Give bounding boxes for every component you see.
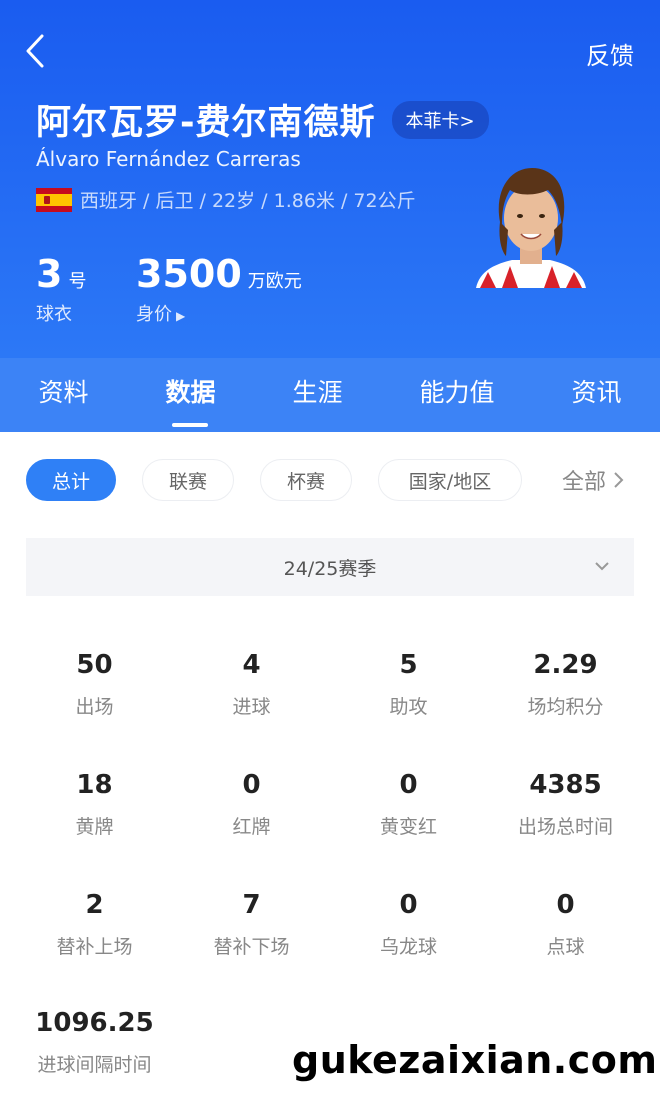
stat-label: 乌龙球 <box>379 936 437 958</box>
stat-avg-points: 2.29 场均积分 <box>487 650 644 719</box>
player-info: 西班牙 / 后卫 / 22岁 / 1.86米 / 72公斤 <box>80 190 416 212</box>
market-unit: 万欧元 <box>247 271 302 292</box>
stat-goal-interval: 1096.25 进球间隔时间 <box>16 1008 173 1077</box>
stat-value: 4 <box>242 650 261 680</box>
stat-value: 5 <box>399 650 418 680</box>
stat-value: 7 <box>242 890 261 920</box>
market-value: 3500 <box>136 252 242 296</box>
jersey-unit: 号 <box>68 271 87 292</box>
stat-label: 出场总时间 <box>517 816 613 838</box>
filter-all-button[interactable]: 全部 <box>562 464 626 496</box>
stat-own-goals: 0 乌龙球 <box>330 890 487 959</box>
filter-league[interactable]: 联赛 <box>142 459 234 501</box>
stat-value: 2 <box>85 890 104 920</box>
filter-bar: 总计 联赛 杯赛 国家/地区 全部 <box>26 458 640 502</box>
jersey-label: 球衣 <box>36 304 72 325</box>
tab-bar: 资料 数据 生涯 能力值 资讯 <box>0 358 660 432</box>
club-card-button[interactable]: 本菲卡> <box>391 100 489 139</box>
tab-data[interactable]: 数据 <box>165 373 215 417</box>
player-header: 反馈 阿尔瓦罗-费尔南德斯 本菲卡> Álvaro Fernández Carr… <box>0 0 660 358</box>
stat-minutes: 4385 出场总时间 <box>487 770 644 839</box>
stat-red-cards: 0 红牌 <box>173 770 330 839</box>
feedback-button[interactable]: 反馈 <box>586 36 634 71</box>
stat-label: 替补上场 <box>56 936 133 958</box>
player-info-row: 西班牙 / 后卫 / 22岁 / 1.86米 / 72公斤 <box>36 186 416 213</box>
stat-label: 进球间隔时间 <box>37 1054 152 1076</box>
player-name-cn: 阿尔瓦罗-费尔南德斯 <box>36 103 376 143</box>
filter-national[interactable]: 国家/地区 <box>378 459 522 501</box>
stat-appearances: 50 出场 <box>16 650 173 719</box>
stat-label: 出场 <box>75 696 114 718</box>
stat-value: 50 <box>76 650 113 680</box>
filter-cup[interactable]: 杯赛 <box>260 459 352 501</box>
player-name-en: Álvaro Fernández Carreras <box>36 147 301 171</box>
watermark: gukezaixian.com <box>292 1038 658 1082</box>
stat-penalties: 0 点球 <box>487 890 644 959</box>
chevron-left-icon <box>26 34 44 68</box>
stat-value: 0 <box>242 770 261 800</box>
stat-second-yellow: 0 黄变红 <box>330 770 487 839</box>
name-row: 阿尔瓦罗-费尔南德斯 本菲卡> <box>36 94 489 145</box>
filter-total[interactable]: 总计 <box>26 459 116 501</box>
stat-label: 进球 <box>232 696 271 718</box>
market-label: 身价 <box>136 304 172 325</box>
chevron-right-icon <box>614 472 624 488</box>
filter-all-label: 全部 <box>562 470 607 495</box>
spain-flag-icon <box>36 187 72 212</box>
tab-news[interactable]: 资讯 <box>571 373 621 417</box>
stat-assists: 5 助攻 <box>330 650 487 719</box>
stat-label: 替补下场 <box>213 936 290 958</box>
stat-value: 4385 <box>529 770 602 800</box>
back-button[interactable] <box>22 32 52 72</box>
stat-sub-off: 7 替补下场 <box>173 890 330 959</box>
stat-label: 场均积分 <box>527 696 604 718</box>
stat-yellow-cards: 18 黄牌 <box>16 770 173 839</box>
stat-sub-on: 2 替补上场 <box>16 890 173 959</box>
player-avatar <box>472 160 590 288</box>
caret-right-icon: ▶ <box>176 309 186 323</box>
tab-profile[interactable]: 资料 <box>38 373 88 417</box>
stat-value: 1096.25 <box>35 1008 154 1038</box>
tab-career[interactable]: 生涯 <box>292 373 342 417</box>
season-selector[interactable]: 24/25赛季 <box>26 538 634 596</box>
stat-goals: 4 进球 <box>173 650 330 719</box>
stat-value: 0 <box>556 890 575 920</box>
stat-value: 2.29 <box>533 650 598 680</box>
season-label: 24/25赛季 <box>283 557 377 580</box>
stat-label: 助攻 <box>389 696 428 718</box>
stat-value: 18 <box>76 770 113 800</box>
stat-value: 0 <box>399 770 418 800</box>
jersey-number: 3 <box>36 252 63 296</box>
stat-label: 红牌 <box>232 816 271 838</box>
jersey-block: 3号 球衣 <box>36 252 86 326</box>
stat-label: 点球 <box>546 936 585 958</box>
tab-ability[interactable]: 能力值 <box>419 373 494 417</box>
chevron-down-icon <box>595 562 609 571</box>
stat-value: 0 <box>399 890 418 920</box>
stat-label: 黄变红 <box>379 816 437 838</box>
stat-label: 黄牌 <box>75 816 114 838</box>
market-value-block[interactable]: 3500 万欧元 身价 ▶ <box>136 252 302 326</box>
